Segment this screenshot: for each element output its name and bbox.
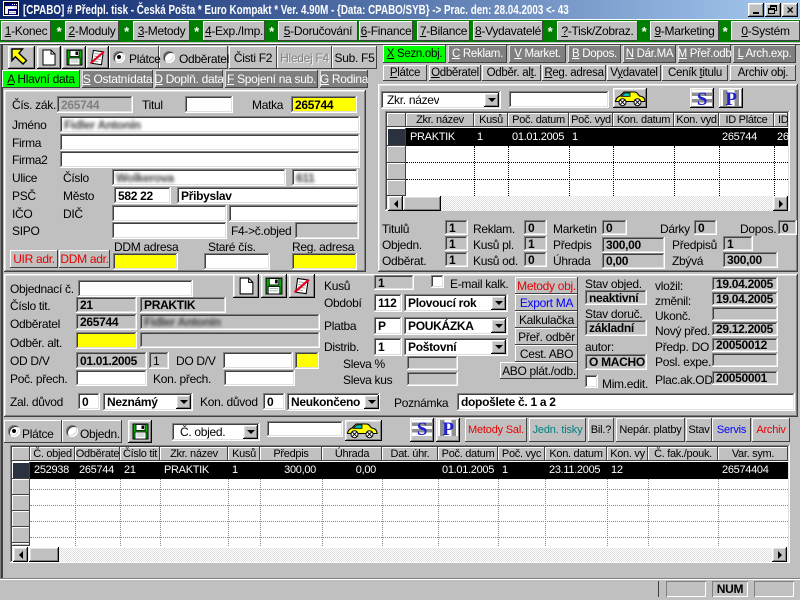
svg-text:P: P — [725, 89, 737, 108]
svg-text:S: S — [417, 419, 427, 438]
svg-text:S: S — [697, 89, 707, 108]
svg-text:P: P — [442, 419, 454, 438]
